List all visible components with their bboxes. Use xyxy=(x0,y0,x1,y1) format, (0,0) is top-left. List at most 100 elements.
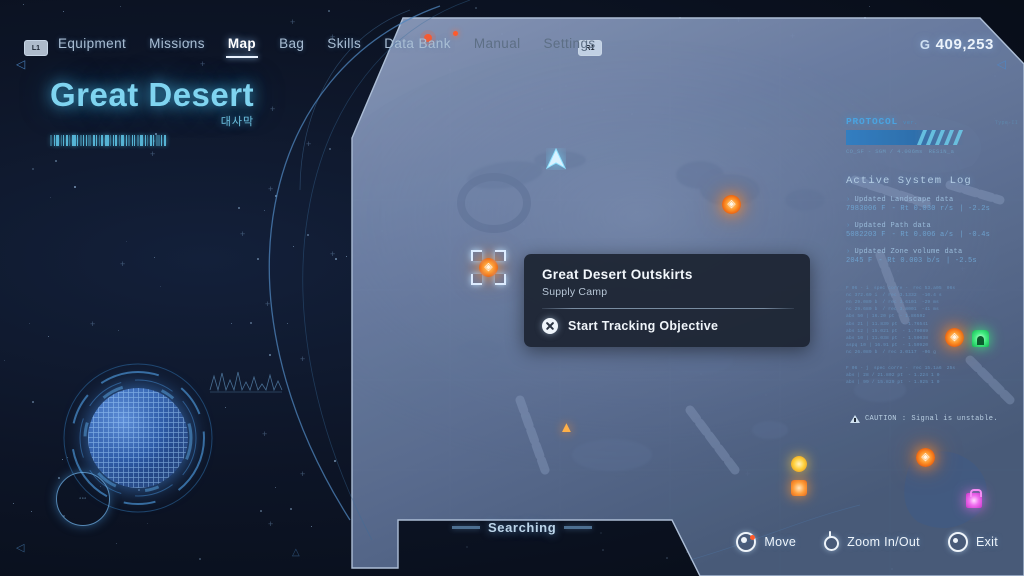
barcode-bar xyxy=(63,135,64,146)
telemetry-cell: / rec 3.6101 xyxy=(882,300,917,306)
shop-marker-icon xyxy=(966,489,982,508)
nav-tab-missions[interactable]: Missions xyxy=(149,36,205,56)
barcode-bar xyxy=(128,135,130,146)
barcode-bar xyxy=(134,135,135,146)
objective-marker-icon: ◈ xyxy=(916,448,935,467)
telemetry-cell: / rec 3.1332 xyxy=(882,293,917,299)
telemetry-cell: -29 ms xyxy=(921,300,939,306)
nav-tab-skills[interactable]: Skills xyxy=(327,36,361,56)
protocol-version-label: ver. xyxy=(903,119,918,126)
map-marker-waypoint-square[interactable] xyxy=(791,480,807,496)
warning-triangle-icon xyxy=(850,415,860,423)
map-marker-objective-east[interactable]: ◈ xyxy=(945,328,964,347)
log-entry-value: 2045 F xyxy=(846,257,873,265)
telemetry-cell: - 1.50038 xyxy=(902,335,929,341)
map-marker-shop-southeast[interactable] xyxy=(966,489,982,508)
telemetry-cell: - 1.70089 xyxy=(902,328,929,334)
log-entry-value: | -0.4s xyxy=(959,231,991,239)
region-subtitle: 대사막 xyxy=(220,116,255,128)
nav-tab-settings[interactable]: Settings xyxy=(544,36,596,56)
telemetry-row: aspq 10 | 16.91 pt - 1.59920 xyxy=(846,342,1018,349)
barcode-bar xyxy=(121,135,124,146)
control-hint-move[interactable]: Move xyxy=(736,532,796,552)
system-log-entry: Updated Zone volume data2045 F - Rt 0.003… xyxy=(846,248,1018,265)
hud-waveform-decoration xyxy=(209,371,283,393)
nav-tab-label: Skills xyxy=(327,36,362,51)
lower-left-arrow-icon: ◁ xyxy=(16,542,25,554)
telemetry-cell: nc 26.089 b xyxy=(846,349,878,355)
barcode-bar xyxy=(140,135,143,146)
barcode-bar xyxy=(69,135,70,146)
telemetry-row: abs 10 | 11.038 pt - 1.50038 xyxy=(846,335,1018,342)
cross-button-icon xyxy=(542,318,558,334)
barcode-bar xyxy=(53,135,55,146)
page-title: Great Desert xyxy=(50,76,255,113)
log-entry-value: | -2.2s xyxy=(959,205,991,213)
nav-tab-bag[interactable]: Bag xyxy=(279,36,304,56)
map-marker-objective-selected[interactable]: ◈ xyxy=(471,250,506,285)
telemetry-header-cell: spec corre - xyxy=(873,366,909,372)
barcode-bar xyxy=(144,135,146,146)
map-marker-objective-north[interactable]: ◈ xyxy=(722,195,741,214)
telemetry-cell: / rec 3.0117 xyxy=(882,349,917,355)
telemetry-cell: -41 ms xyxy=(921,307,939,313)
barcode-bar xyxy=(149,135,152,146)
telemetry-cell: - 1.925 1 0 xyxy=(908,380,940,386)
control-hint-zoom-in-out[interactable]: Zoom In/Out xyxy=(824,531,920,551)
telemetry-row: en 29.089 b / rec 3.6101 -29 ms xyxy=(846,299,1018,306)
telemetry-header-cell: rec 15.1a6 xyxy=(913,366,942,372)
shoulder-button-l1[interactable]: L1 xyxy=(24,40,48,56)
barcode-bar xyxy=(65,135,68,146)
barcode-bar xyxy=(92,135,95,146)
log-entry-values: 7983006 F - Rt 0.030 r/s | -2.2s xyxy=(846,205,1018,213)
barcode-bar xyxy=(125,135,127,146)
barcode-bar xyxy=(96,135,97,146)
barcode-bar xyxy=(155,135,160,146)
telemetry-row: abs | 28 / 21.802 pt - 1.224 1 0 xyxy=(846,372,1018,379)
telemetry-table: F 06 - i spec corre - rec 53.a05 06s nc 372.… xyxy=(846,285,1018,386)
tooltip-divider xyxy=(542,308,794,309)
caution-text: Signal is unstable. xyxy=(911,415,998,423)
control-hint-exit[interactable]: Exit xyxy=(947,532,998,552)
log-entry-value: - Rt 0.030 r/s xyxy=(891,205,954,213)
campfire-marker-icon: ▲ xyxy=(559,419,574,436)
nav-tab-label: Missions xyxy=(149,36,205,51)
barcode-bar xyxy=(112,135,114,146)
map-marker-gate-east[interactable] xyxy=(972,330,989,347)
protocol-header: PROTOCOL ver. Type-II xyxy=(846,116,1018,127)
nav-tab-manual[interactable]: Manual xyxy=(474,36,521,56)
notification-badge-icon xyxy=(452,31,458,36)
telemetry-cell: - 1.76541 xyxy=(902,321,929,327)
map-marker-objective-southeast[interactable]: ◈ xyxy=(916,448,935,467)
telemetry-cell: nc 29.680 b xyxy=(846,307,878,313)
start-tracking-objective-button[interactable]: Start Tracking Objective xyxy=(542,318,794,334)
caution-separator: : xyxy=(901,415,907,423)
control-hint-label: Move xyxy=(764,535,797,549)
barcode-bar xyxy=(101,135,103,146)
telemetry-cell: / rec 3.8001 xyxy=(882,307,917,313)
log-entry-value: - Rt 0.006 a/s xyxy=(891,231,954,239)
currency-value: 409,253 xyxy=(935,36,994,53)
telemetry-cell: en 29.089 b xyxy=(846,300,878,306)
telemetry-cell: abs | 28 / 21.802 pt xyxy=(846,373,904,379)
barcode-bar xyxy=(50,135,52,146)
barcode-bar xyxy=(161,135,162,146)
barcode-bar xyxy=(71,135,76,146)
map-marker-campfire[interactable]: ▲ xyxy=(559,420,574,435)
location-tooltip[interactable]: Great Desert Outskirts Supply Camp Start… xyxy=(524,254,810,347)
control-hint-label: Exit xyxy=(975,535,998,549)
telemetry-row: abs 21 | 11.839 pt - 1.76541 xyxy=(846,321,1018,328)
nav-tab-equipment[interactable]: Equipment xyxy=(58,36,126,56)
map-marker-waypoint-yellow[interactable] xyxy=(791,456,807,472)
player-position-arrow xyxy=(546,148,566,170)
barcode-bar xyxy=(56,135,59,146)
telemetry-cell: -10.4 s xyxy=(921,293,942,299)
objective-marker-icon: ◈ xyxy=(722,195,741,214)
lower-mid-arrow-icon: △ xyxy=(292,547,300,558)
telemetry-row: nc 29.680 b / rec 3.8001 -41 ms xyxy=(846,306,1018,313)
nav-tab-data-bank[interactable]: Data Bank xyxy=(384,31,458,56)
nav-tab-map[interactable]: Map xyxy=(225,36,259,58)
telemetry-cell: abs 21 | 11.839 pt xyxy=(846,321,898,327)
nav-tab-label: Manual xyxy=(473,36,521,51)
barcode-bar xyxy=(115,135,117,146)
